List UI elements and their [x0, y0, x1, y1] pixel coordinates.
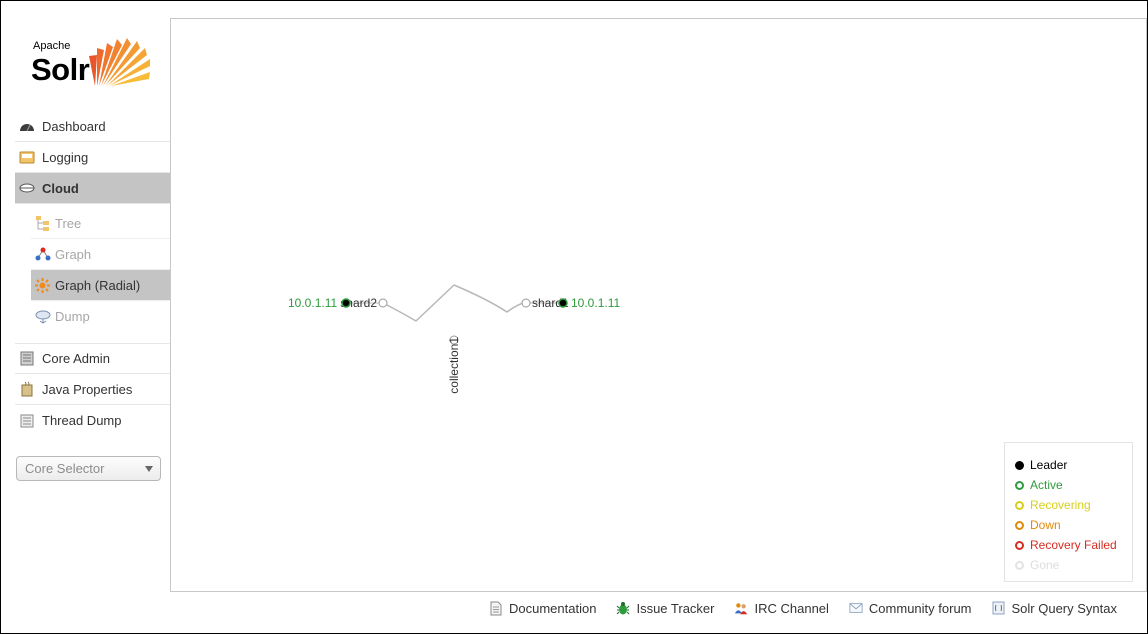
- gone-ring-icon: [1015, 560, 1024, 570]
- core-selector-dropdown[interactable]: Core Selector: [16, 456, 161, 481]
- shard1-leader-replica-node[interactable]: [558, 298, 568, 308]
- shard2-node[interactable]: [378, 298, 388, 308]
- legend-item-down: Down: [1015, 515, 1132, 535]
- nav-dashboard[interactable]: Dashboard: [15, 111, 170, 142]
- logging-inbox-icon: [18, 149, 36, 165]
- footer-documentation-link[interactable]: Documentation: [489, 601, 596, 616]
- footer-issue-tracker-link[interactable]: Issue Tracker: [616, 601, 714, 616]
- edge-collection-shard1: [453, 284, 524, 313]
- legend-label-leader: Leader: [1030, 458, 1068, 472]
- nav-cloud-graph-radial[interactable]: Graph (Radial): [31, 270, 170, 301]
- nav-cloud-graph-label: Graph: [55, 246, 92, 262]
- query-syntax-icon: [992, 601, 1006, 616]
- nav-cloud-tree-label: Tree: [55, 215, 82, 231]
- core-admin-icon: [18, 351, 36, 367]
- sidebar: Apache Solr Dashboard Logging Cloud Tree…: [1, 1, 170, 633]
- legend-label-active: Active: [1030, 478, 1063, 492]
- graph-nodes-icon: [34, 246, 51, 262]
- status-legend: Leader Active Recovering Down Recovery F…: [1004, 442, 1133, 582]
- bug-icon: [616, 601, 630, 616]
- solr-sunburst-icon: [89, 38, 150, 86]
- cloud-graph-panel: collection1 shard2 10.0.1.11 shard1 10.0…: [170, 18, 1147, 592]
- edge-collection-shard2: [382, 284, 455, 322]
- footer-community-forum-label: Community forum: [868, 600, 972, 616]
- legend-item-leader: Leader: [1015, 455, 1132, 475]
- footer-links: Documentation Issue Tracker IRC Channel …: [489, 598, 1117, 618]
- legend-item-active: Active: [1015, 475, 1132, 495]
- active-ring-icon: [1015, 480, 1024, 490]
- nav-core-admin-label: Core Admin: [42, 351, 110, 366]
- nav-logging[interactable]: Logging: [15, 142, 170, 173]
- footer-irc-channel-link[interactable]: IRC Channel: [734, 600, 829, 616]
- footer-community-forum-link[interactable]: Community forum: [849, 601, 972, 616]
- cloud-icon: [18, 180, 36, 196]
- shard2-replica-label: 10.0.1.11: [288, 296, 337, 310]
- footer-solr-query-syntax-label: Solr Query Syntax: [1011, 600, 1118, 616]
- dump-icon: [34, 309, 51, 325]
- nav-cloud-label: Cloud: [42, 180, 79, 196]
- nav-cloud-graph[interactable]: Graph: [31, 239, 170, 270]
- legend-label-down: Down: [1030, 518, 1061, 532]
- shard1-replica-label: 10.0.1.11: [571, 296, 620, 310]
- legend-label-recovering: Recovering: [1030, 498, 1091, 512]
- legend-item-gone: Gone: [1015, 555, 1132, 575]
- nav-cloud-tree[interactable]: Tree: [31, 208, 170, 239]
- nav-java-properties[interactable]: Java Properties: [15, 374, 170, 405]
- nav-core-admin[interactable]: Core Admin: [15, 343, 170, 374]
- nav-cloud-graph-radial-label: Graph (Radial): [55, 277, 141, 293]
- nav-thread-dump-label: Thread Dump: [42, 413, 122, 428]
- nav-java-properties-label: Java Properties: [42, 381, 133, 397]
- nav-cloud[interactable]: Cloud: [15, 173, 170, 204]
- logo-apache-text: Apache: [33, 40, 71, 52]
- radial-graph: collection1 shard2 10.0.1.11 shard1 10.0…: [288, 284, 620, 394]
- collection-label: collection1: [447, 337, 461, 394]
- nav-logging-label: Logging: [42, 149, 89, 165]
- core-selector-placeholder: Core Selector: [25, 461, 105, 476]
- footer-documentation-label: Documentation: [509, 600, 597, 616]
- leader-dot-icon: [1015, 460, 1024, 470]
- footer-solr-query-syntax-link[interactable]: Solr Query Syntax: [992, 600, 1118, 616]
- nav-thread-dump[interactable]: Thread Dump: [15, 405, 170, 436]
- legend-item-recovering: Recovering: [1015, 495, 1132, 515]
- mail-icon: [849, 601, 863, 616]
- nav-cloud-dump-label: Dump: [55, 309, 90, 324]
- shard2-leader-replica-node[interactable]: [341, 298, 351, 308]
- solr-logo[interactable]: Apache Solr: [31, 26, 151, 96]
- legend-label-gone: Gone: [1030, 558, 1060, 572]
- graph-radial-icon: [34, 277, 51, 293]
- logo-solr-text: Solr: [31, 52, 90, 87]
- dashboard-gauge-icon: [18, 118, 36, 134]
- thread-dump-icon: [18, 413, 36, 429]
- legend-item-recovery-failed: Recovery Failed: [1015, 535, 1132, 555]
- footer-issue-tracker-label: Issue Tracker: [636, 600, 715, 616]
- legend-label-recovery-failed: Recovery Failed: [1030, 538, 1117, 552]
- recovery-failed-ring-icon: [1015, 540, 1024, 550]
- tree-icon: [34, 215, 51, 231]
- document-icon: [489, 601, 503, 616]
- nav-cloud-dump[interactable]: Dump: [31, 301, 170, 332]
- down-ring-icon: [1015, 520, 1024, 530]
- recovering-ring-icon: [1015, 500, 1024, 510]
- java-properties-icon: [18, 381, 36, 397]
- nav-dashboard-label: Dashboard: [42, 118, 106, 134]
- chevron-down-icon: [145, 466, 153, 472]
- footer-irc-channel-label: IRC Channel: [754, 600, 829, 616]
- users-icon: [734, 601, 748, 616]
- shard1-node[interactable]: [521, 298, 531, 308]
